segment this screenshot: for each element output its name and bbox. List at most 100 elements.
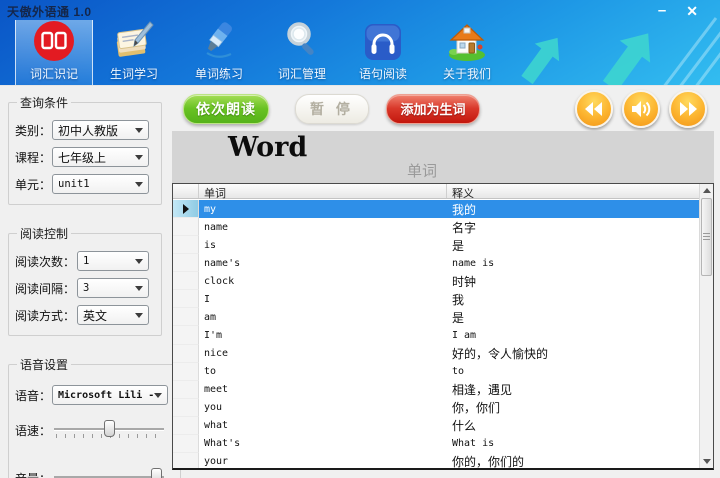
table-row[interactable]: What'sWhat is: [173, 435, 699, 453]
table-header-row: 单词 释义: [173, 184, 699, 199]
table-row[interactable]: I我: [173, 290, 699, 308]
row-selector-cell[interactable]: [173, 236, 199, 254]
rewind-icon: [583, 100, 605, 118]
meaning-column-header[interactable]: 释义: [447, 184, 699, 198]
next-button[interactable]: [669, 90, 707, 128]
table-row[interactable]: nice好的，令人愉快的: [173, 345, 699, 363]
meaning-cell[interactable]: to: [447, 363, 699, 381]
word-cell[interactable]: name's: [199, 254, 447, 272]
current-word-chinese: 单词: [172, 160, 714, 181]
table-row[interactable]: name名字: [173, 218, 699, 236]
table-row[interactable]: is是: [173, 236, 699, 254]
read-mode-select[interactable]: 英文: [77, 305, 149, 325]
close-button[interactable]: ✕: [686, 3, 698, 20]
word-cell[interactable]: meet: [199, 381, 447, 399]
scroll-down-button[interactable]: [700, 455, 713, 468]
speed-slider[interactable]: [52, 415, 166, 445]
category-select[interactable]: 初中人教版: [52, 120, 149, 140]
word-cell[interactable]: you: [199, 399, 447, 417]
word-cell[interactable]: nice: [199, 345, 447, 363]
table-row[interactable]: my我的: [173, 200, 699, 218]
speed-slider-thumb[interactable]: [104, 420, 115, 437]
row-selector-cell[interactable]: [173, 200, 199, 218]
meaning-cell[interactable]: 我: [447, 290, 699, 308]
meaning-cell[interactable]: 我的: [447, 200, 699, 218]
category-value: 初中人教版: [58, 122, 118, 139]
row-selector-cell[interactable]: [173, 272, 199, 290]
course-select[interactable]: 七年级上: [52, 147, 149, 167]
row-selector-cell[interactable]: [173, 326, 199, 344]
meaning-cell[interactable]: name is: [447, 254, 699, 272]
table-row[interactable]: am是: [173, 308, 699, 326]
toolbar-item-label: 关于我们: [443, 65, 491, 82]
meaning-cell[interactable]: 时钟: [447, 272, 699, 290]
playback-controls-row: 依次朗读 暂 停 添加为生词: [170, 86, 720, 131]
scrollbar-thumb[interactable]: [701, 198, 712, 276]
table-row[interactable]: meet相逢，遇见: [173, 381, 699, 399]
previous-button[interactable]: [575, 90, 613, 128]
word-cell[interactable]: your: [199, 453, 447, 470]
meaning-cell[interactable]: 什么: [447, 417, 699, 435]
volume-slider[interactable]: [52, 463, 166, 478]
read-times-select[interactable]: 1: [77, 251, 149, 271]
meaning-cell[interactable]: 相逢，遇见: [447, 381, 699, 399]
row-selector-cell[interactable]: [173, 417, 199, 435]
title-bar: 天傲外语通 1.0 – ✕: [0, 0, 720, 20]
meaning-cell[interactable]: 你，你们: [447, 399, 699, 417]
row-selector-cell[interactable]: [173, 254, 199, 272]
word-cell[interactable]: my: [199, 200, 447, 218]
meaning-cell[interactable]: 你的，你们的: [447, 453, 699, 470]
app-window: 天傲外语通 1.0 – ✕ 词汇识记: [0, 0, 720, 478]
meaning-cell[interactable]: I am: [447, 326, 699, 344]
table-row[interactable]: your你的，你们的: [173, 453, 699, 470]
row-selector-cell[interactable]: [173, 435, 199, 453]
read-interval-select[interactable]: 3: [77, 278, 149, 298]
table-row[interactable]: clock时钟: [173, 272, 699, 290]
word-cell[interactable]: to: [199, 363, 447, 381]
table-row[interactable]: I'mI am: [173, 326, 699, 344]
row-selector-cell[interactable]: [173, 218, 199, 236]
vertical-scrollbar[interactable]: [699, 184, 713, 468]
toolbar-item-about-us[interactable]: 关于我们: [428, 20, 506, 85]
main-toolbar: 词汇识记 生词学习: [0, 20, 720, 85]
row-selector-cell[interactable]: [173, 308, 199, 326]
word-cell[interactable]: What's: [199, 435, 447, 453]
meaning-cell[interactable]: 是: [447, 308, 699, 326]
table-row[interactable]: what什么: [173, 417, 699, 435]
word-column-header[interactable]: 单词: [199, 184, 447, 198]
scroll-up-button[interactable]: [700, 184, 713, 197]
meaning-cell[interactable]: What is: [447, 435, 699, 453]
read-in-sequence-button[interactable]: 依次朗读: [183, 94, 269, 124]
table-row[interactable]: you你，你们: [173, 399, 699, 417]
row-selector-cell[interactable]: [173, 363, 199, 381]
meaning-cell[interactable]: 好的，令人愉快的: [447, 345, 699, 363]
add-to-new-words-button[interactable]: 添加为生词: [386, 94, 480, 124]
pause-button[interactable]: 暂 停: [295, 94, 369, 124]
meaning-cell[interactable]: 是: [447, 236, 699, 254]
meaning-cell[interactable]: 名字: [447, 218, 699, 236]
unit-select[interactable]: unit1: [52, 174, 149, 194]
word-cell[interactable]: name: [199, 218, 447, 236]
toolbar-item-vocabulary-memorize[interactable]: 词汇识记: [15, 20, 93, 85]
row-selector-cell[interactable]: [173, 399, 199, 417]
toolbar-item-sentence-reading[interactable]: 语句阅读: [344, 20, 422, 85]
voice-select[interactable]: Microsoft Lili -: [52, 385, 168, 405]
row-selector-cell[interactable]: [173, 453, 199, 470]
word-cell[interactable]: clock: [199, 272, 447, 290]
table-row[interactable]: toto: [173, 363, 699, 381]
row-selector-cell[interactable]: [173, 381, 199, 399]
row-selector-cell[interactable]: [173, 345, 199, 363]
toolbar-item-new-word-study[interactable]: 生词学习: [95, 20, 173, 85]
word-cell[interactable]: I: [199, 290, 447, 308]
minimize-button[interactable]: –: [658, 6, 666, 16]
word-cell[interactable]: I'm: [199, 326, 447, 344]
table-row[interactable]: name'sname is: [173, 254, 699, 272]
toolbar-item-word-practice[interactable]: 单词练习: [180, 20, 258, 85]
toolbar-item-vocabulary-manage[interactable]: 词汇管理: [263, 20, 341, 85]
volume-slider-thumb[interactable]: [151, 468, 162, 478]
speak-button[interactable]: [622, 90, 660, 128]
row-selector-cell[interactable]: [173, 290, 199, 308]
word-cell[interactable]: am: [199, 308, 447, 326]
word-cell[interactable]: what: [199, 417, 447, 435]
word-cell[interactable]: is: [199, 236, 447, 254]
